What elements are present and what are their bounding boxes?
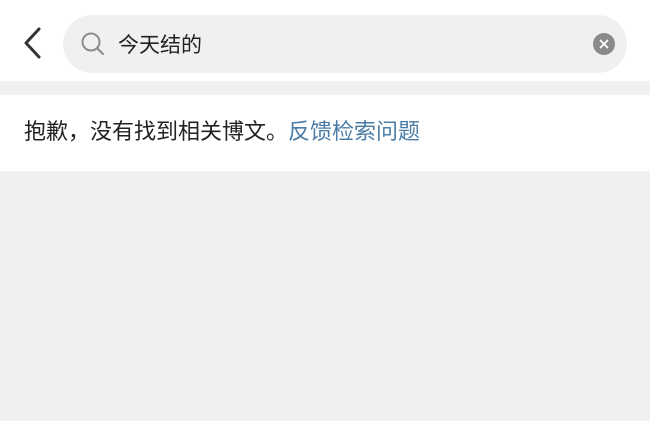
search-box[interactable] bbox=[63, 15, 627, 73]
back-button[interactable] bbox=[14, 23, 50, 63]
feedback-link[interactable]: 反馈检索问题 bbox=[288, 120, 420, 145]
search-icon bbox=[81, 32, 104, 55]
clear-search-button[interactable] bbox=[593, 33, 615, 55]
top-bar bbox=[0, 0, 650, 81]
section-gap bbox=[0, 81, 650, 95]
no-result-message: 抱歉，没有找到相关博文。 bbox=[24, 120, 289, 145]
clear-icon bbox=[599, 39, 609, 49]
no-result-text: 抱歉，没有找到相关博文。反馈检索问题 bbox=[24, 117, 420, 149]
search-input[interactable] bbox=[118, 24, 578, 64]
no-result-panel: 抱歉，没有找到相关博文。反馈检索问题 bbox=[0, 95, 650, 171]
chevron-left-icon bbox=[24, 27, 41, 59]
